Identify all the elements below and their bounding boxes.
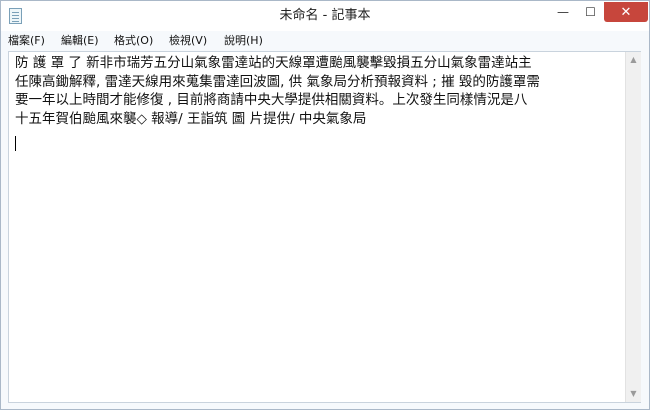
menu-help[interactable]: 說明(H) xyxy=(222,31,265,51)
menu-format[interactable]: 格式(O) xyxy=(112,31,155,51)
vertical-scrollbar[interactable]: ▲ ▼ xyxy=(625,52,641,402)
maximize-button[interactable]: ☐ xyxy=(577,2,604,22)
menu-file[interactable]: 檔案(F) xyxy=(6,31,47,51)
menu-view[interactable]: 檢視(V) xyxy=(167,31,209,51)
text-editor-area[interactable]: 防 護 罩 了 新非市瑞芳五分山氣象雷達站的天線罩遭颱風襲擊毀損五分山氣象雷達站… xyxy=(8,51,641,403)
text-caret xyxy=(15,136,16,151)
menu-bar: 檔案(F) 編輯(E) 格式(O) 檢視(V) 說明(H) xyxy=(1,31,649,51)
close-button[interactable]: ✕ xyxy=(604,2,648,22)
scroll-down-arrow-icon[interactable]: ▼ xyxy=(626,386,641,402)
editor-content[interactable]: 防 護 罩 了 新非市瑞芳五分山氣象雷達站的天線罩遭颱風襲擊毀損五分山氣象雷達站… xyxy=(15,54,615,128)
title-bar[interactable]: 未命名 - 記事本 — ☐ ✕ xyxy=(1,1,649,31)
scroll-up-arrow-icon[interactable]: ▲ xyxy=(626,52,641,68)
minimize-button[interactable]: — xyxy=(549,2,577,22)
menu-edit[interactable]: 編輯(E) xyxy=(59,31,101,51)
notepad-window: 未命名 - 記事本 — ☐ ✕ 檔案(F) 編輯(E) 格式(O) 檢視(V) … xyxy=(0,0,650,410)
